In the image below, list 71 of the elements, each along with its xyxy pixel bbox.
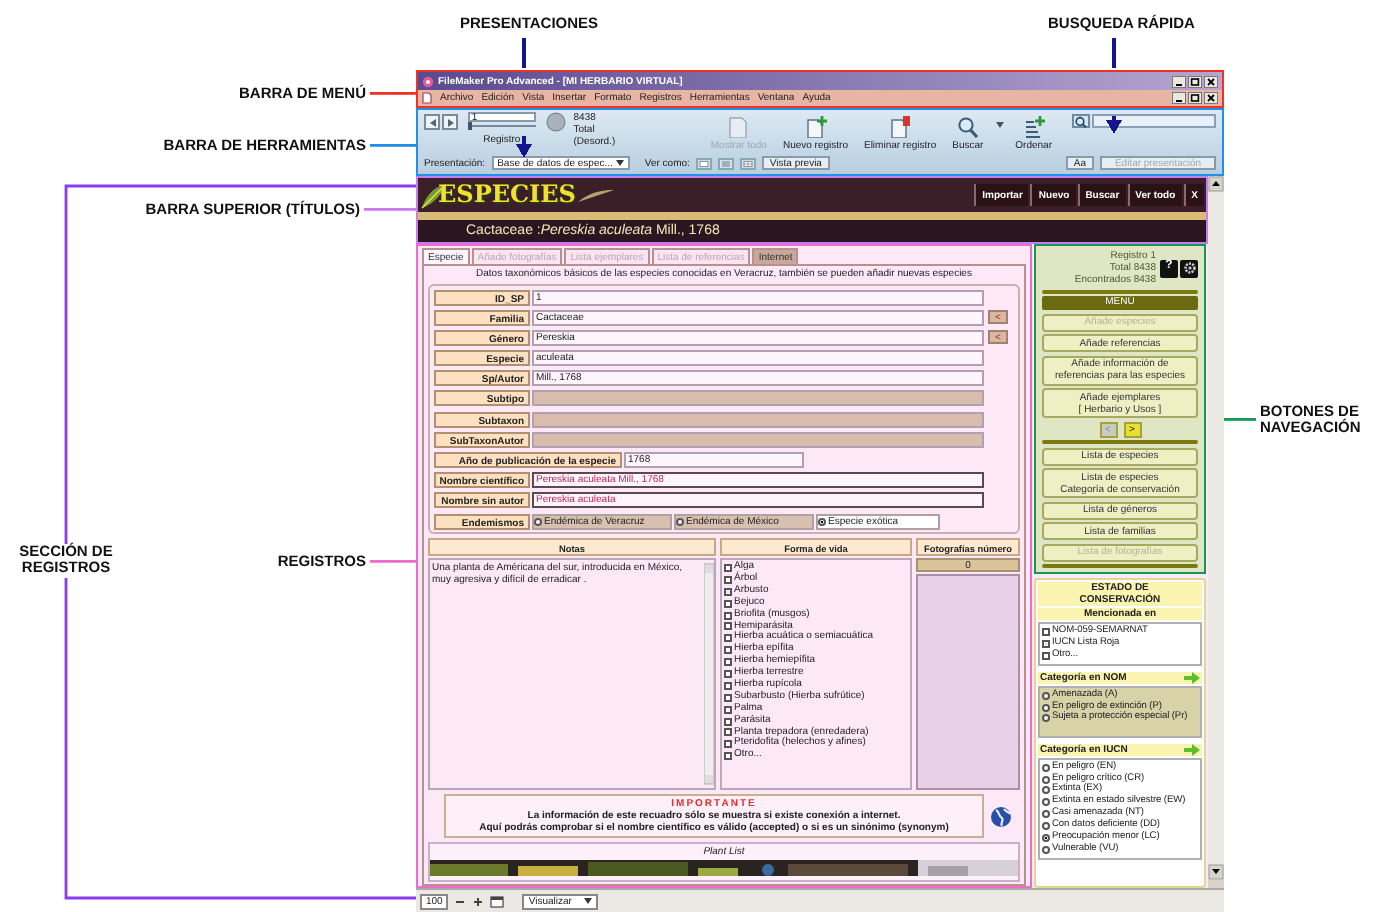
checkbox[interactable] [724,681,732,690]
caret-icon[interactable] [995,122,1004,128]
table-view-button[interactable] [739,157,756,169]
pie-chart-icon [545,112,566,132]
document-icon [422,92,432,104]
document-icon [726,116,751,138]
caret-icon [616,160,625,166]
checkbox[interactable] [724,622,732,631]
minimize-icon[interactable] [1172,92,1186,104]
checkbox[interactable] [1042,627,1050,636]
globe-icon [990,805,1012,827]
checkbox[interactable] [724,658,732,667]
checkbox[interactable] [724,634,732,643]
checkbox[interactable] [1042,651,1050,660]
previous-record-button[interactable] [424,114,440,130]
scrollbar[interactable] [1208,176,1224,880]
radio-button[interactable] [1042,714,1050,723]
close-icon[interactable] [1204,75,1218,87]
new-document-icon [803,116,828,138]
radio-button[interactable] [1042,763,1050,772]
search-icon [1074,115,1088,127]
search-icon [955,116,980,138]
checkbox[interactable] [724,752,732,761]
checkbox[interactable] [724,670,732,679]
checkbox[interactable] [724,575,732,584]
radio-button[interactable] [1042,691,1050,700]
leader-arrow [1106,38,1122,134]
search-field[interactable] [1092,114,1216,128]
checkbox[interactable] [724,693,732,702]
radio-button[interactable] [1042,786,1050,795]
logo-text: ESPECIES [438,180,576,210]
checkbox[interactable] [724,564,732,572]
sort-icon [1021,116,1046,138]
checkbox[interactable] [724,705,732,714]
window-icon[interactable] [490,895,505,907]
radio-button[interactable] [1042,845,1050,854]
radio-button[interactable] [1042,810,1050,819]
checkbox[interactable] [724,611,732,620]
settings-button[interactable] [1180,259,1198,277]
app-icon [422,75,434,87]
minimize-icon[interactable] [1172,75,1186,87]
next-record-button[interactable] [442,114,458,130]
text-field[interactable] [532,431,984,448]
checkbox[interactable] [724,740,732,749]
checkbox[interactable] [1042,639,1050,648]
checkbox[interactable] [724,646,732,655]
radio-button[interactable] [1042,703,1050,711]
caret-icon [583,898,592,904]
swoosh-icon [577,187,614,203]
checkbox[interactable] [724,587,732,596]
record-slider[interactable] [467,122,536,130]
close-icon[interactable] [1204,92,1218,104]
radio-button[interactable] [1042,798,1050,807]
text-field[interactable] [532,411,984,428]
form-view-button[interactable] [695,157,712,169]
radio-button[interactable] [818,517,826,526]
text-field[interactable] [532,390,984,407]
zoom-out-icon[interactable] [454,895,467,907]
radio-button[interactable] [1042,775,1050,783]
delete-document-icon [888,116,913,138]
radio-button[interactable] [1042,822,1050,831]
zoom-in-icon[interactable] [472,895,485,907]
radio-button[interactable] [1042,833,1050,842]
checkbox[interactable] [724,599,732,608]
radio-button[interactable] [534,517,542,526]
checkbox[interactable] [724,728,732,737]
radio-button[interactable] [676,517,684,526]
scrollbar[interactable] [704,560,714,788]
gear-icon [1183,262,1195,274]
checkbox[interactable] [724,717,732,726]
search-button[interactable] [1072,114,1090,128]
